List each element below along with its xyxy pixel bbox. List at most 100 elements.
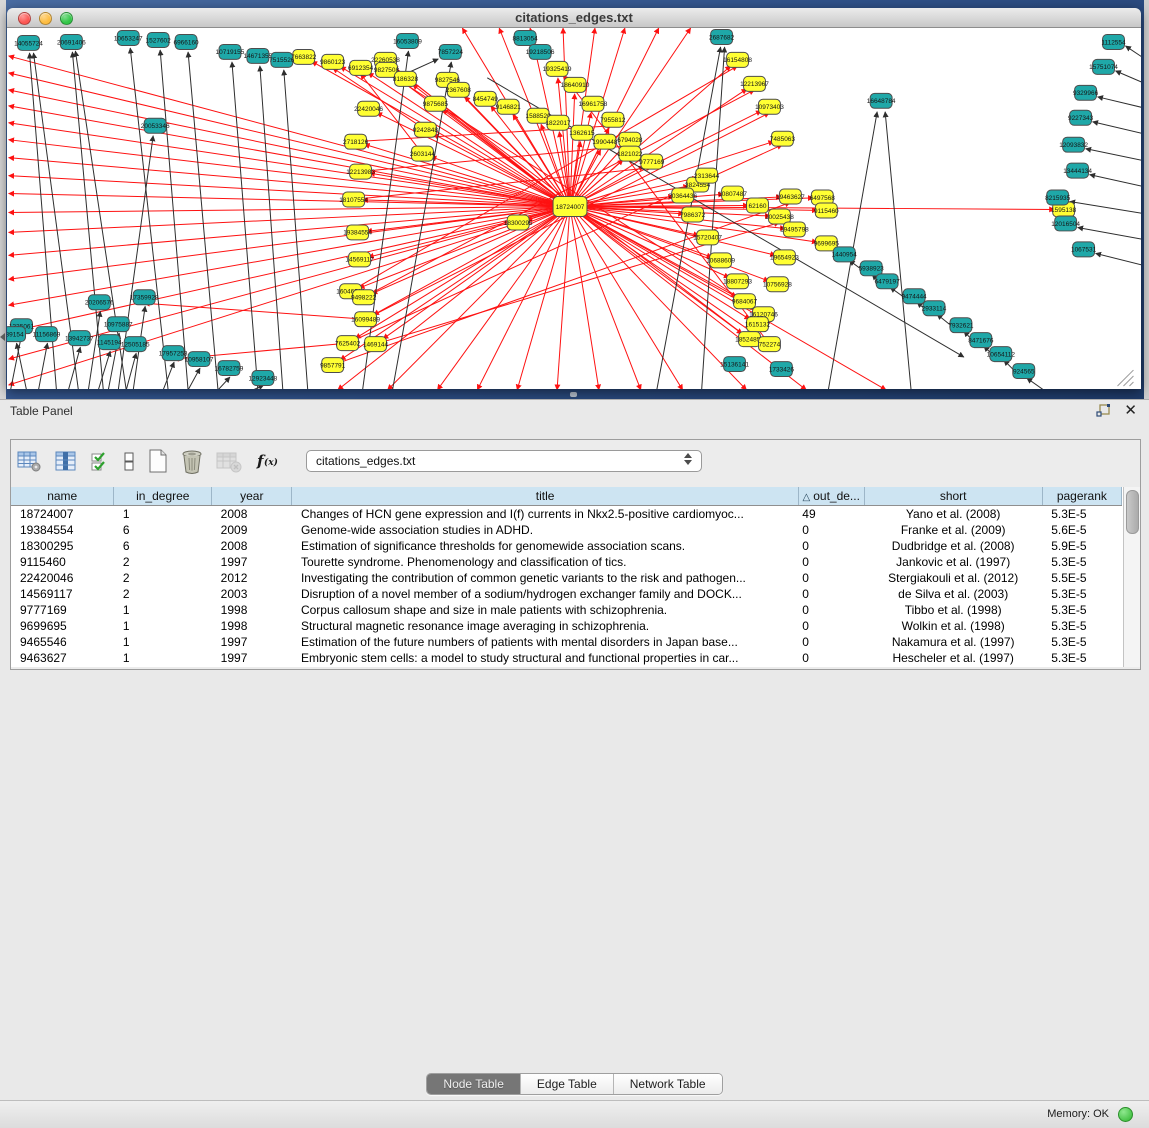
graph-node[interactable]: 1990448	[592, 134, 618, 149]
graph-node[interactable]: 10975887	[104, 317, 133, 332]
graph-node[interactable]: 9474444	[901, 289, 927, 304]
function-builder-icon[interactable]: f (x)	[255, 450, 283, 472]
graph-node[interactable]: 19654923	[770, 250, 799, 265]
graph-node[interactable]: 62160	[747, 198, 769, 213]
graph-node[interactable]: 18107554	[339, 192, 368, 207]
graph-node[interactable]: 13942737	[65, 331, 94, 346]
column-header-title[interactable]: title	[292, 487, 798, 506]
table-scrollbar-thumb[interactable]	[1126, 490, 1139, 534]
graph-node[interactable]: 7955812	[600, 112, 626, 127]
graph-node[interactable]: 16782759	[215, 361, 244, 376]
graph-node[interactable]: 1822017	[545, 115, 571, 130]
delete-columns-icon[interactable]	[181, 449, 203, 474]
table-row[interactable]: 1456911722003Disruption of a novel membe…	[11, 586, 1122, 602]
graph-node[interactable]: 17957253	[159, 346, 188, 361]
graph-node[interactable]: 15136141	[720, 357, 749, 372]
table-row[interactable]: 1830029562008Estimation of significance …	[11, 538, 1122, 554]
column-header-pagerank[interactable]: pagerank	[1042, 487, 1121, 506]
graph-node[interactable]: 2603144	[410, 146, 436, 161]
graph-node[interactable]: 15720407	[693, 230, 722, 245]
graph-node[interactable]: 12923448	[248, 371, 277, 386]
graph-node[interactable]: 7625402	[335, 336, 361, 351]
graph-node[interactable]: 16053809	[393, 33, 422, 48]
table-row[interactable]: 969969511998Structural magnetic resonanc…	[11, 618, 1122, 634]
graph-node[interactable]: 16099489	[351, 312, 380, 327]
graph-node[interactable]: 17359928	[130, 290, 159, 305]
graph-node[interactable]: 20053346	[141, 118, 170, 133]
rows-icon[interactable]	[123, 450, 135, 473]
graph-node[interactable]: 18640910	[561, 77, 590, 92]
graph-node[interactable]: 2687682	[709, 29, 735, 44]
graph-node[interactable]: 19325419	[543, 61, 572, 76]
network-canvas[interactable]: 7663822986012369123542242004627181261221…	[7, 28, 1141, 389]
panel-divider-handle[interactable]	[570, 392, 577, 397]
graph-node[interactable]: 1067531	[1071, 242, 1097, 257]
column-header-name[interactable]: name	[11, 487, 114, 506]
float-panel-icon[interactable]	[1096, 403, 1112, 418]
graph-node[interactable]: 6479197	[875, 274, 901, 289]
graph-node[interactable]: 2933114	[922, 301, 947, 316]
graph-node[interactable]: 924565	[1013, 364, 1035, 379]
graph-node[interactable]: 7986372	[680, 207, 706, 222]
table-settings-icon[interactable]	[17, 450, 42, 473]
graph-node[interactable]: 1440954	[832, 247, 858, 262]
graph-node[interactable]: 8471676	[968, 333, 994, 348]
graph-node[interactable]: 19463627	[776, 189, 805, 204]
graph-node[interactable]: 7932621	[948, 318, 974, 333]
graph-node[interactable]: 16961758	[579, 96, 608, 111]
table-row[interactable]: 946554611997Estimation of the future num…	[11, 634, 1122, 650]
graph-node[interactable]: 8215935	[1045, 190, 1071, 205]
tab-network-table[interactable]: Network Table	[614, 1074, 722, 1094]
graph-node[interactable]: 22420046	[354, 101, 383, 116]
graph-node[interactable]: 18807293	[723, 274, 752, 289]
left-panel-collapse-arrow[interactable]	[0, 333, 5, 341]
graph-node[interactable]: 6966160	[173, 34, 199, 49]
graph-node[interactable]: 13444134	[1063, 163, 1092, 178]
table-row[interactable]: 1938455462009Genome-wide association stu…	[11, 522, 1122, 538]
graph-node[interactable]: 12213967	[740, 76, 769, 91]
table-scrollbar[interactable]	[1123, 487, 1140, 667]
graph-node[interactable]: 39154	[7, 327, 26, 342]
graph-node[interactable]: 7485063	[770, 131, 796, 146]
graph-hub-node[interactable]: 18724007	[553, 197, 587, 217]
graph-node[interactable]: 10756928	[763, 277, 792, 292]
graph-node[interactable]: 2718126	[343, 134, 369, 149]
graph-node[interactable]: 2313644	[694, 168, 720, 183]
graph-node[interactable]: 1145194	[97, 335, 122, 350]
table-row[interactable]: 946362711997Embryonic stem cells: a mode…	[11, 650, 1122, 666]
graph-node[interactable]: 10688609	[706, 253, 735, 268]
graph-node[interactable]: 1733426	[769, 362, 795, 377]
graph-node[interactable]: 12016504	[1051, 216, 1080, 231]
graph-node[interactable]: 7857224	[438, 44, 464, 59]
row-checks-icon[interactable]	[90, 450, 110, 473]
graph-node[interactable]: 19384554	[343, 225, 372, 240]
graph-node[interactable]: 2367608	[446, 82, 472, 97]
network-view[interactable]: 7663822986012369123542242004627181261221…	[7, 28, 1141, 389]
graph-node[interactable]: 14055724	[14, 35, 43, 50]
graph-node[interactable]: 6794028	[617, 132, 643, 147]
graph-node[interactable]: 9115460	[814, 203, 839, 218]
graph-node[interactable]: 20691406	[57, 34, 86, 49]
select-columns-icon[interactable]	[55, 450, 77, 473]
tab-edge-table[interactable]: Edge Table	[521, 1074, 614, 1094]
graph-node[interactable]: 9860123	[320, 54, 346, 69]
graph-node[interactable]: 10654112	[987, 347, 1016, 362]
graph-node[interactable]: 9146821	[496, 99, 522, 114]
graph-node[interactable]: 9242848	[413, 122, 439, 137]
column-header-year[interactable]: year	[212, 487, 292, 506]
graph-node[interactable]: 1615132	[745, 317, 771, 332]
graph-node[interactable]: 10653247	[114, 30, 143, 45]
graph-node[interactable]: 12093832	[1059, 137, 1088, 152]
column-header-out_degree[interactable]: △out_de...	[798, 487, 864, 506]
graph-node[interactable]: 20206576	[85, 295, 114, 310]
graph-node[interactable]: 16154808	[723, 52, 752, 67]
table-selector-dropdown[interactable]: citations_edges.txt	[306, 450, 702, 472]
graph-node[interactable]: 1112554	[1101, 34, 1126, 49]
graph-node[interactable]: 10807487	[718, 186, 747, 201]
graph-node[interactable]: 10958107	[185, 352, 214, 367]
tab-node-table[interactable]: Node Table	[427, 1074, 521, 1094]
graph-node[interactable]: 19218506	[526, 44, 555, 59]
graph-node[interactable]: 9857791	[320, 358, 346, 373]
graph-node[interactable]: 9329966	[1073, 85, 1099, 100]
graph-node[interactable]: 7515526	[269, 52, 295, 67]
